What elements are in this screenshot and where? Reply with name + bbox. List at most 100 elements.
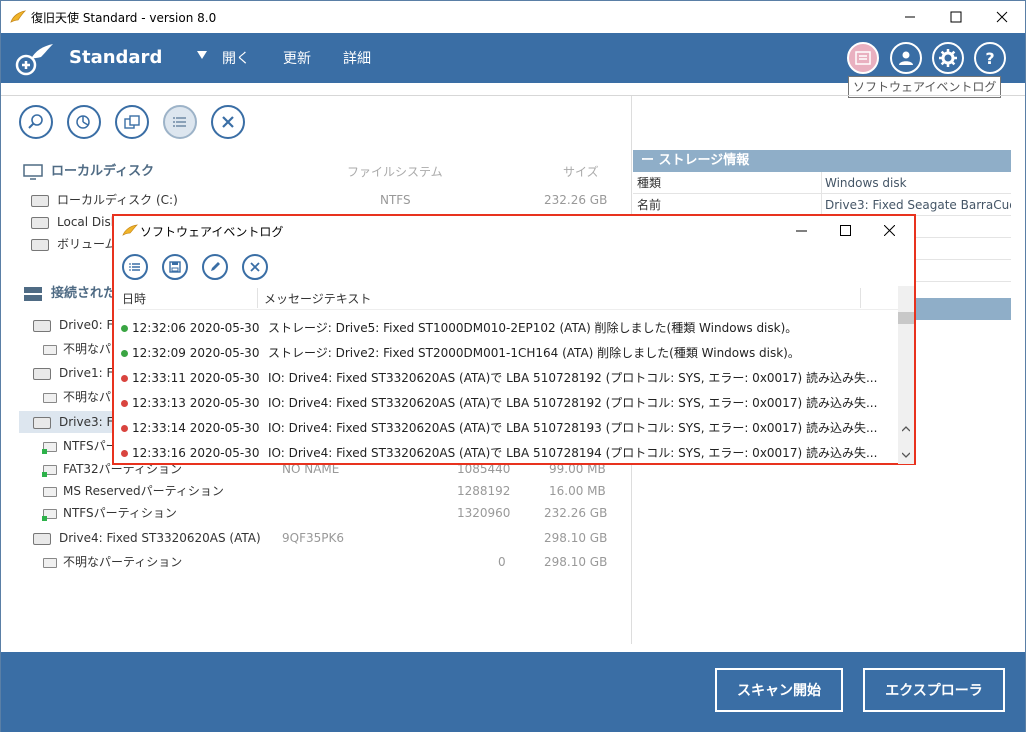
dialog-minimize-button[interactable]: [778, 216, 824, 244]
status-error-icon: [121, 400, 128, 407]
log-edit-button[interactable]: [202, 254, 228, 280]
local-disk-section: ローカルディスク: [23, 161, 154, 183]
maximize-button[interactable]: [933, 1, 979, 33]
gear-icon: [939, 49, 957, 67]
info-value: Windows disk: [825, 176, 907, 190]
close-icon: [250, 262, 260, 272]
log-table-header: 日時 メッセージテキスト: [118, 286, 898, 310]
scroll-up-button[interactable]: [898, 422, 914, 436]
hdd-icon: [33, 416, 51, 429]
log-clear-button[interactable]: [242, 254, 268, 280]
storage-info-header[interactable]: ー ストレージ情報: [633, 150, 1011, 172]
drive-size: 298.10 GB: [544, 531, 608, 545]
toolbar-divider: [1, 95, 1025, 96]
event-log-button[interactable]: [847, 42, 879, 74]
log-row[interactable]: 12:33:14 2020-05-30 IO: Drive4: Fixed ST3…: [118, 416, 898, 441]
help-icon: ?: [985, 48, 995, 68]
pencil-icon: [211, 262, 220, 271]
files-icon: [124, 115, 140, 129]
close-icon: [996, 11, 1008, 23]
log-row[interactable]: 12:32:06 2020-05-30 ストレージ: Drive5: Fixed …: [118, 316, 898, 341]
partition-size: 298.10 GB: [544, 555, 608, 569]
partition-icon: [43, 557, 57, 568]
partition-item[interactable]: MS Reservedパーティション: [43, 480, 224, 502]
scan-start-button[interactable]: スキャン開始: [715, 668, 843, 712]
dropdown-triangle-icon[interactable]: [197, 51, 207, 59]
maximize-icon: [950, 11, 962, 23]
local-disk-item[interactable]: ボリューム: [31, 233, 117, 255]
cancel-button[interactable]: [211, 105, 245, 139]
col-filesystem: ファイルシステム: [347, 165, 443, 179]
list-icon: [129, 263, 140, 271]
settings-button[interactable]: [932, 42, 964, 74]
hdd-icon: [33, 319, 51, 332]
analyze-button[interactable]: [67, 105, 101, 139]
account-button[interactable]: [890, 42, 922, 74]
partition-size: 232.26 GB: [544, 506, 608, 520]
local-disk-title: ローカルディスク: [51, 164, 155, 179]
partition-size: 16.00 MB: [549, 484, 606, 498]
local-disk-size: 232.26 GB: [544, 193, 608, 207]
event-log-icon: [855, 51, 871, 65]
angel-wing-icon: [122, 224, 138, 236]
chevron-up-icon: [902, 426, 910, 432]
main-window: 復旧天使 Standard - version 8.0 Standard 開く …: [0, 0, 1026, 732]
scroll-down-button[interactable]: [898, 448, 914, 462]
explorer-button[interactable]: エクスプローラ: [863, 668, 1005, 712]
log-table-body: 12:32:06 2020-05-30 ストレージ: Drive5: Fixed …: [118, 316, 898, 466]
partition-icon: [43, 392, 57, 403]
status-error-icon: [121, 375, 128, 382]
minimize-icon: [905, 16, 915, 18]
dialog-title: ソフトウェアイベントログ: [140, 225, 284, 239]
log-save-button[interactable]: [162, 254, 188, 280]
minimize-button[interactable]: [887, 1, 933, 33]
scrollbar-thumb[interactable]: [898, 312, 914, 324]
close-button[interactable]: [979, 1, 1025, 33]
drive-item[interactable]: Drive4: Fixed ST3320620AS (ATA): [33, 527, 261, 549]
close-icon: [883, 224, 895, 236]
monitor-icon: [23, 163, 43, 180]
info-row: 名前 Drive3: Fixed Seagate BarraCuda: [633, 194, 1011, 216]
partition-icon: [43, 344, 57, 355]
partition-item[interactable]: 不明なパーティション: [43, 551, 182, 573]
pie-chart-icon: [76, 115, 90, 129]
status-error-icon: [121, 425, 128, 432]
log-row[interactable]: 12:33:16 2020-05-30 IO: Drive4: Fixed ST3…: [118, 441, 898, 466]
chevron-down-icon: [902, 452, 910, 458]
status-ok-icon: [121, 350, 128, 357]
dialog-close-button[interactable]: [866, 216, 912, 244]
info-value: Drive3: Fixed Seagate BarraCuda: [825, 198, 1011, 212]
drive-serial: 9QF35PK6: [282, 531, 344, 545]
event-log-dialog: ソフトウェアイベントログ 日時 メッセージテキスト 12:32:06 2020-…: [112, 214, 916, 465]
info-key: 種類: [637, 176, 662, 190]
brand-label: Standard: [69, 47, 163, 68]
close-icon: [222, 116, 234, 128]
list-view-button[interactable]: [163, 105, 197, 139]
col-datetime[interactable]: 日時: [122, 290, 146, 307]
search-button[interactable]: [19, 105, 53, 139]
dialog-maximize-button[interactable]: [822, 216, 868, 244]
col-message[interactable]: メッセージテキスト: [264, 290, 371, 307]
log-list-button[interactable]: [122, 254, 148, 280]
partition-icon: [42, 508, 57, 521]
hdd-icon: [33, 532, 51, 545]
log-row[interactable]: 12:33:11 2020-05-30 IO: Drive4: Fixed ST3…: [118, 366, 898, 391]
drive-icon: [31, 238, 49, 251]
partition-item[interactable]: NTFSパーティション: [42, 502, 177, 524]
search-icon: [28, 114, 43, 129]
log-row[interactable]: 12:32:09 2020-05-30 ストレージ: Drive2: Fixed …: [118, 341, 898, 366]
log-row[interactable]: 12:33:13 2020-05-30 IO: Drive4: Fixed ST3…: [118, 391, 898, 416]
log-scrollbar[interactable]: [898, 286, 914, 464]
partition-offset: 0: [498, 555, 506, 569]
info-key: 名前: [637, 198, 662, 212]
hdd-icon: [33, 367, 51, 380]
menu-refresh[interactable]: 更新: [283, 48, 311, 68]
partition-icon: [42, 464, 57, 477]
menu-details[interactable]: 詳細: [343, 48, 371, 68]
menu-open[interactable]: 開く: [222, 48, 250, 68]
local-disk-item[interactable]: ローカルディスク (C:): [31, 189, 178, 211]
partition-icon: [42, 441, 57, 454]
help-button[interactable]: ?: [974, 42, 1006, 74]
maximize-icon: [839, 224, 851, 236]
copy-files-button[interactable]: [115, 105, 149, 139]
